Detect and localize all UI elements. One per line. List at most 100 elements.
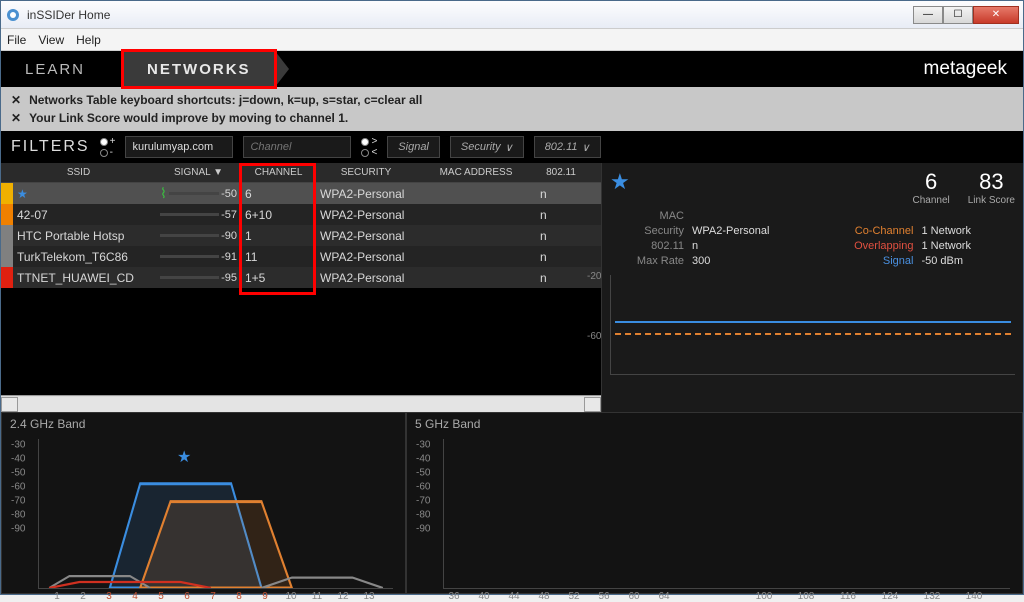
scroll-left-icon[interactable] [1, 397, 18, 412]
detail-channel-value: 6 [912, 169, 949, 195]
axis-tick: -70 [416, 496, 430, 507]
axis-tick: 48 [538, 591, 549, 602]
table-row[interactable]: 42-07-576+10WPA2-Personal n [1, 204, 601, 225]
maximize-button[interactable]: ☐ [943, 6, 973, 24]
axis-tick: 60 [628, 591, 639, 602]
axis-tick: -60 [11, 482, 25, 493]
titlebar[interactable]: inSSIDer Home — ☐ ✕ [1, 1, 1023, 29]
cell-signal: -91 [156, 251, 241, 263]
cell-ssid: HTC Portable Hotsp [13, 229, 156, 243]
table-row[interactable]: HTC Portable Hotsp-901WPA2-Personal n [1, 225, 601, 246]
nav-networks[interactable]: NETWORKS [123, 51, 275, 87]
star-icon: ★ [177, 447, 191, 467]
cell-channel: 1 [241, 229, 316, 243]
axis-tick: 3 [106, 591, 112, 602]
axis-tick: 4 [132, 591, 138, 602]
menu-file[interactable]: File [7, 33, 26, 47]
ssid-mode-toggle[interactable]: + - [100, 136, 116, 158]
star-icon[interactable]: ★ [610, 169, 630, 206]
filter-signal-button[interactable]: Signal [387, 136, 440, 158]
navbar: LEARN NETWORKS metageek [1, 51, 1023, 87]
main-row: SSID SIGNAL ▼ CHANNEL SECURITY MAC ADDRE… [1, 163, 1023, 412]
cell-signal: -90 [156, 230, 241, 242]
signal-history-chart: -20 -60 [610, 275, 1015, 375]
th-mac[interactable]: MAC ADDRESS [416, 167, 536, 178]
axis-tick: 5 [158, 591, 164, 602]
th-80211[interactable]: 802.11 [536, 167, 586, 178]
cell-signal: -57 [156, 209, 241, 221]
filter-80211-button[interactable]: 802.11 ∨ [534, 136, 601, 158]
close-button[interactable]: ✕ [973, 6, 1019, 24]
table-row[interactable]: TTNET_HUAWEI_CD-951+5WPA2-Personaln [1, 267, 601, 288]
minimize-button[interactable]: — [913, 6, 943, 24]
axis-tick: 2 [80, 591, 86, 602]
row-color-swatch [1, 225, 13, 246]
axis-tick: -60 [416, 482, 430, 493]
axis-tick: 1 [54, 591, 60, 602]
th-ssid[interactable]: SSID [1, 167, 156, 178]
nav-learn[interactable]: LEARN [1, 51, 109, 87]
spectrum-chart-5: -30-40-50-60-70-80-90-30-40-50-60-70-80-… [443, 439, 1010, 589]
axis-tick: -90 [416, 524, 430, 535]
axis-tick: -70 [11, 496, 25, 507]
menu-help[interactable]: Help [76, 33, 101, 47]
horizontal-scrollbar[interactable] [1, 395, 601, 412]
star-icon: ★ [17, 187, 28, 201]
cell-ssid: 42-07 [13, 208, 156, 222]
axis-tick: 13 [363, 591, 374, 602]
row-color-swatch [1, 204, 13, 225]
filter-channel-input[interactable] [243, 136, 351, 158]
window-title: inSSIDer Home [27, 8, 913, 22]
axis-tick: -40 [416, 454, 430, 465]
row-color-swatch [1, 267, 13, 288]
cell-security: WPA2-Personal [316, 208, 416, 222]
axis-tick: 6 [184, 591, 190, 602]
menubar: File View Help [1, 29, 1023, 51]
cell-signal: -95 [156, 272, 241, 284]
row-color-swatch [1, 246, 13, 267]
axis-tick: 124 [882, 591, 899, 602]
cell-ssid: TTNET_HUAWEI_CD [13, 271, 156, 285]
axis-tick: -30 [11, 440, 25, 451]
table-row[interactable]: TurkTelekom_T6C86-9111WPA2-Personaln [1, 246, 601, 267]
nav-arrow-icon [275, 51, 289, 87]
axis-tick: 56 [598, 591, 609, 602]
axis-tick: 10 [285, 591, 296, 602]
filter-ssid-input[interactable] [125, 136, 233, 158]
cell-security: WPA2-Personal [316, 271, 416, 285]
th-channel[interactable]: CHANNEL [241, 167, 316, 178]
tip-close-icon[interactable]: ✕ [11, 111, 21, 125]
axis-tick: 52 [568, 591, 579, 602]
cell-security: WPA2-Personal [316, 229, 416, 243]
cell-signal: ⌇-50 [156, 185, 241, 202]
nav-arrow-icon [109, 51, 123, 87]
cell-ssid: TurkTelekom_T6C86 [13, 250, 156, 264]
menu-view[interactable]: View [38, 33, 64, 47]
axis-tick: 40 [478, 591, 489, 602]
cell-security: WPA2-Personal [316, 187, 416, 201]
cell-80211: n [536, 229, 586, 243]
axis-tick: -80 [416, 510, 430, 521]
tip-text: Your Link Score would improve by moving … [29, 111, 348, 125]
axis-tick: 108 [798, 591, 815, 602]
cell-ssid: ★ [13, 187, 156, 201]
table-row[interactable]: ★ ⌇-506WPA2-Personaln [1, 183, 601, 204]
tip-close-icon[interactable]: ✕ [11, 93, 21, 107]
cell-channel: 6+10 [241, 208, 316, 222]
axis-tick: -30 [416, 440, 430, 451]
axis-tick: 8 [236, 591, 242, 602]
th-signal[interactable]: SIGNAL ▼ [156, 167, 241, 178]
scroll-right-icon[interactable] [584, 397, 601, 412]
axis-tick: -50 [416, 468, 430, 479]
axis-tick: -50 [11, 468, 25, 479]
th-security[interactable]: SECURITY [316, 167, 416, 178]
tip-text: Networks Table keyboard shortcuts: j=dow… [29, 93, 422, 107]
axis-tick: 132 [924, 591, 941, 602]
cell-80211: n [536, 208, 586, 222]
cell-80211: n [536, 187, 586, 201]
table-header: SSID SIGNAL ▼ CHANNEL SECURITY MAC ADDRE… [1, 163, 601, 183]
axis-tick: 44 [508, 591, 519, 602]
spectrum-chart-24: ★ -30-40-50-60-70-80-9012345678910111213 [38, 439, 393, 589]
signal-mode-toggle[interactable]: > < [361, 136, 377, 158]
filter-security-button[interactable]: Security ∨ [450, 136, 524, 158]
